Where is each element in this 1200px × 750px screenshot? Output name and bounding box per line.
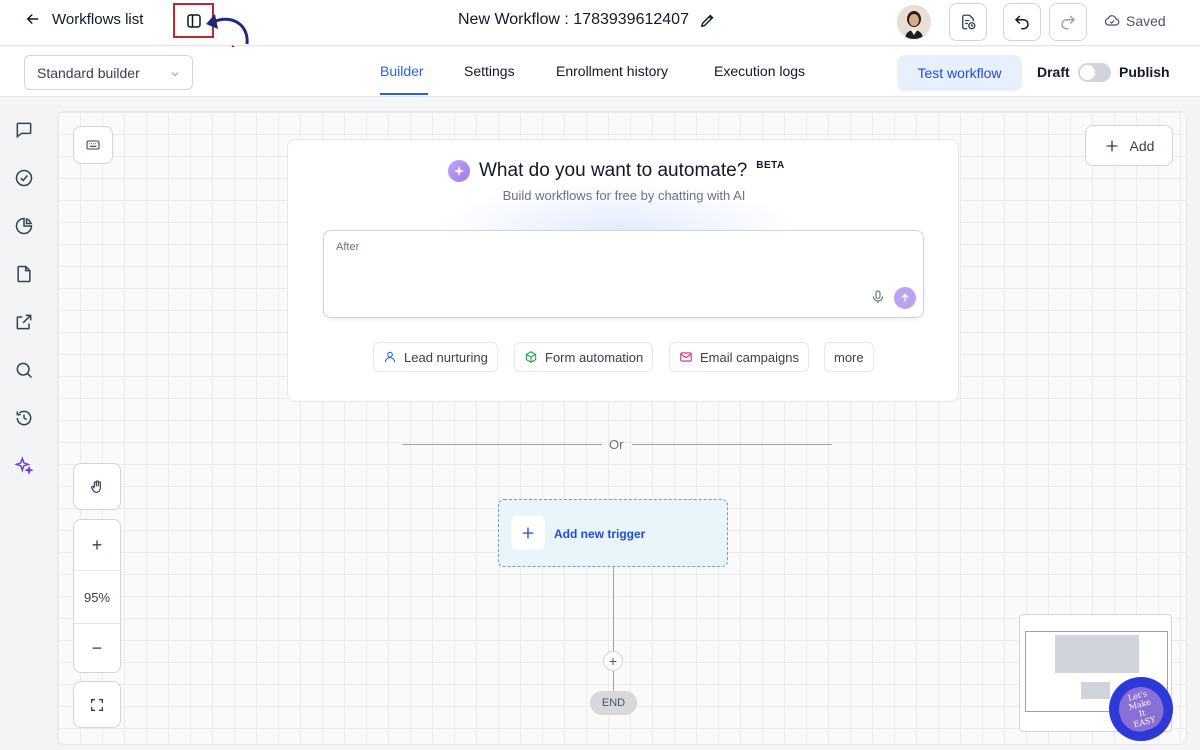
add-label: Add [1129,137,1155,154]
tab-execution-logs[interactable]: Execution logs [714,63,805,79]
user-avatar[interactable] [897,5,931,39]
pan-hand-button[interactable] [73,463,121,510]
history-icon[interactable] [14,408,36,430]
connector-line [613,567,614,692]
tab-builder[interactable]: Builder [380,63,424,79]
zoom-out-button[interactable]: − [74,624,120,672]
top-header: Workflows list 1 New Workflow : 17839396… [0,0,1200,69]
test-workflow-button[interactable]: Test workflow [897,55,1022,91]
publish-label[interactable]: Publish [1119,64,1170,80]
microphone-icon[interactable] [870,289,886,305]
end-node: END [590,691,637,715]
chip-label: more [834,349,864,365]
ai-heading-text: What do you want to automate? [479,160,748,181]
ai-prompt-box[interactable] [323,230,924,318]
zoom-controls: + 95% − [73,519,121,673]
ai-subtitle: Build workflows for free by chatting wit… [502,188,746,203]
chip-label: Email campaigns [700,349,799,365]
hand-icon [91,479,101,493]
plus-icon [1106,140,1117,151]
version-history-button[interactable] [949,3,987,41]
undo-icon [1014,15,1029,30]
sidebar-panel-icon [186,13,201,28]
arrow-left-icon [26,13,39,25]
avatar-portrait-icon [897,5,931,39]
active-tab-indicator [380,93,428,95]
left-rail [0,98,50,750]
document-clock-icon [962,14,976,30]
expand-icon [91,698,103,711]
zoom-in-button[interactable]: + [74,520,120,570]
zoom-level: 95% [83,589,111,605]
publish-toggle[interactable] [1078,63,1111,82]
sparkle-icon[interactable] [14,456,36,478]
external-link-icon[interactable] [14,312,36,334]
or-divider-left [402,444,602,445]
add-trigger-label: Add new trigger [554,527,646,541]
or-divider-right [632,444,832,445]
keyboard-shortcuts-button[interactable] [73,126,113,164]
minimap-block [1081,682,1110,699]
workflow-title[interactable]: New Workflow : 1783939612407 [458,11,716,29]
heart-icon: Let's Make It EASY [1114,682,1168,736]
back-to-workflows-link[interactable]: Workflows list [24,10,143,28]
chat-icon[interactable] [14,120,36,142]
pie-chart-icon[interactable] [14,216,36,238]
chip-lead-nurturing[interactable]: Lead nurturing [373,342,498,372]
chip-label: Lead nurturing [404,349,488,365]
cloud-check-icon [1104,15,1120,26]
ai-heading: What do you want to automate? BETA [448,160,785,182]
redo-button[interactable] [1049,3,1087,41]
redo-icon [1061,15,1076,30]
draft-label: Draft [1037,64,1070,80]
add-button[interactable]: Add [1085,125,1173,166]
undo-button[interactable] [1003,3,1041,41]
arrow-up-icon [901,293,909,302]
pencil-icon[interactable] [699,12,716,29]
beta-badge: BETA [756,159,785,171]
chip-form-automation[interactable]: Form automation [514,342,654,372]
document-icon[interactable] [14,264,36,286]
chip-more[interactable]: more [824,342,874,372]
workflow-title-text: New Workflow : 1783939612407 [458,11,689,28]
lets-make-it-easy-logo: Let's Make It EASY [1109,677,1173,741]
add-trigger-node[interactable]: Add new trigger [498,499,728,567]
chevron-down-icon [171,72,179,77]
user-icon [384,351,396,363]
builder-toolbar: Standard builder Builder Settings Enroll… [0,47,1200,97]
plus-icon [511,516,545,550]
ai-prompt-input[interactable] [336,241,836,253]
tab-enrollment-history[interactable]: Enrollment history [556,63,668,79]
back-label: Workflows list [52,10,144,28]
builder-type-value: Standard builder [37,65,140,81]
keyboard-icon [86,140,100,150]
chip-email-campaigns[interactable]: Email campaigns [669,342,809,372]
ai-logo-icon [448,160,470,182]
tab-settings[interactable]: Settings [464,63,515,79]
saved-status: Saved [1104,13,1166,29]
saved-label: Saved [1126,13,1166,29]
builder-type-select[interactable]: Standard builder [24,55,193,90]
chip-label: Form automation [545,349,644,365]
mail-icon [680,352,692,362]
cube-icon [525,351,537,363]
send-button[interactable] [894,287,916,309]
check-circle-icon[interactable] [14,168,36,190]
fit-view-button[interactable] [73,681,121,728]
minimap-block [1055,635,1139,673]
ai-builder-card: What do you want to automate? BETA Build… [287,139,959,402]
search-icon[interactable] [14,360,36,382]
or-label: Or [609,437,624,452]
add-step-button[interactable]: + [603,651,623,671]
